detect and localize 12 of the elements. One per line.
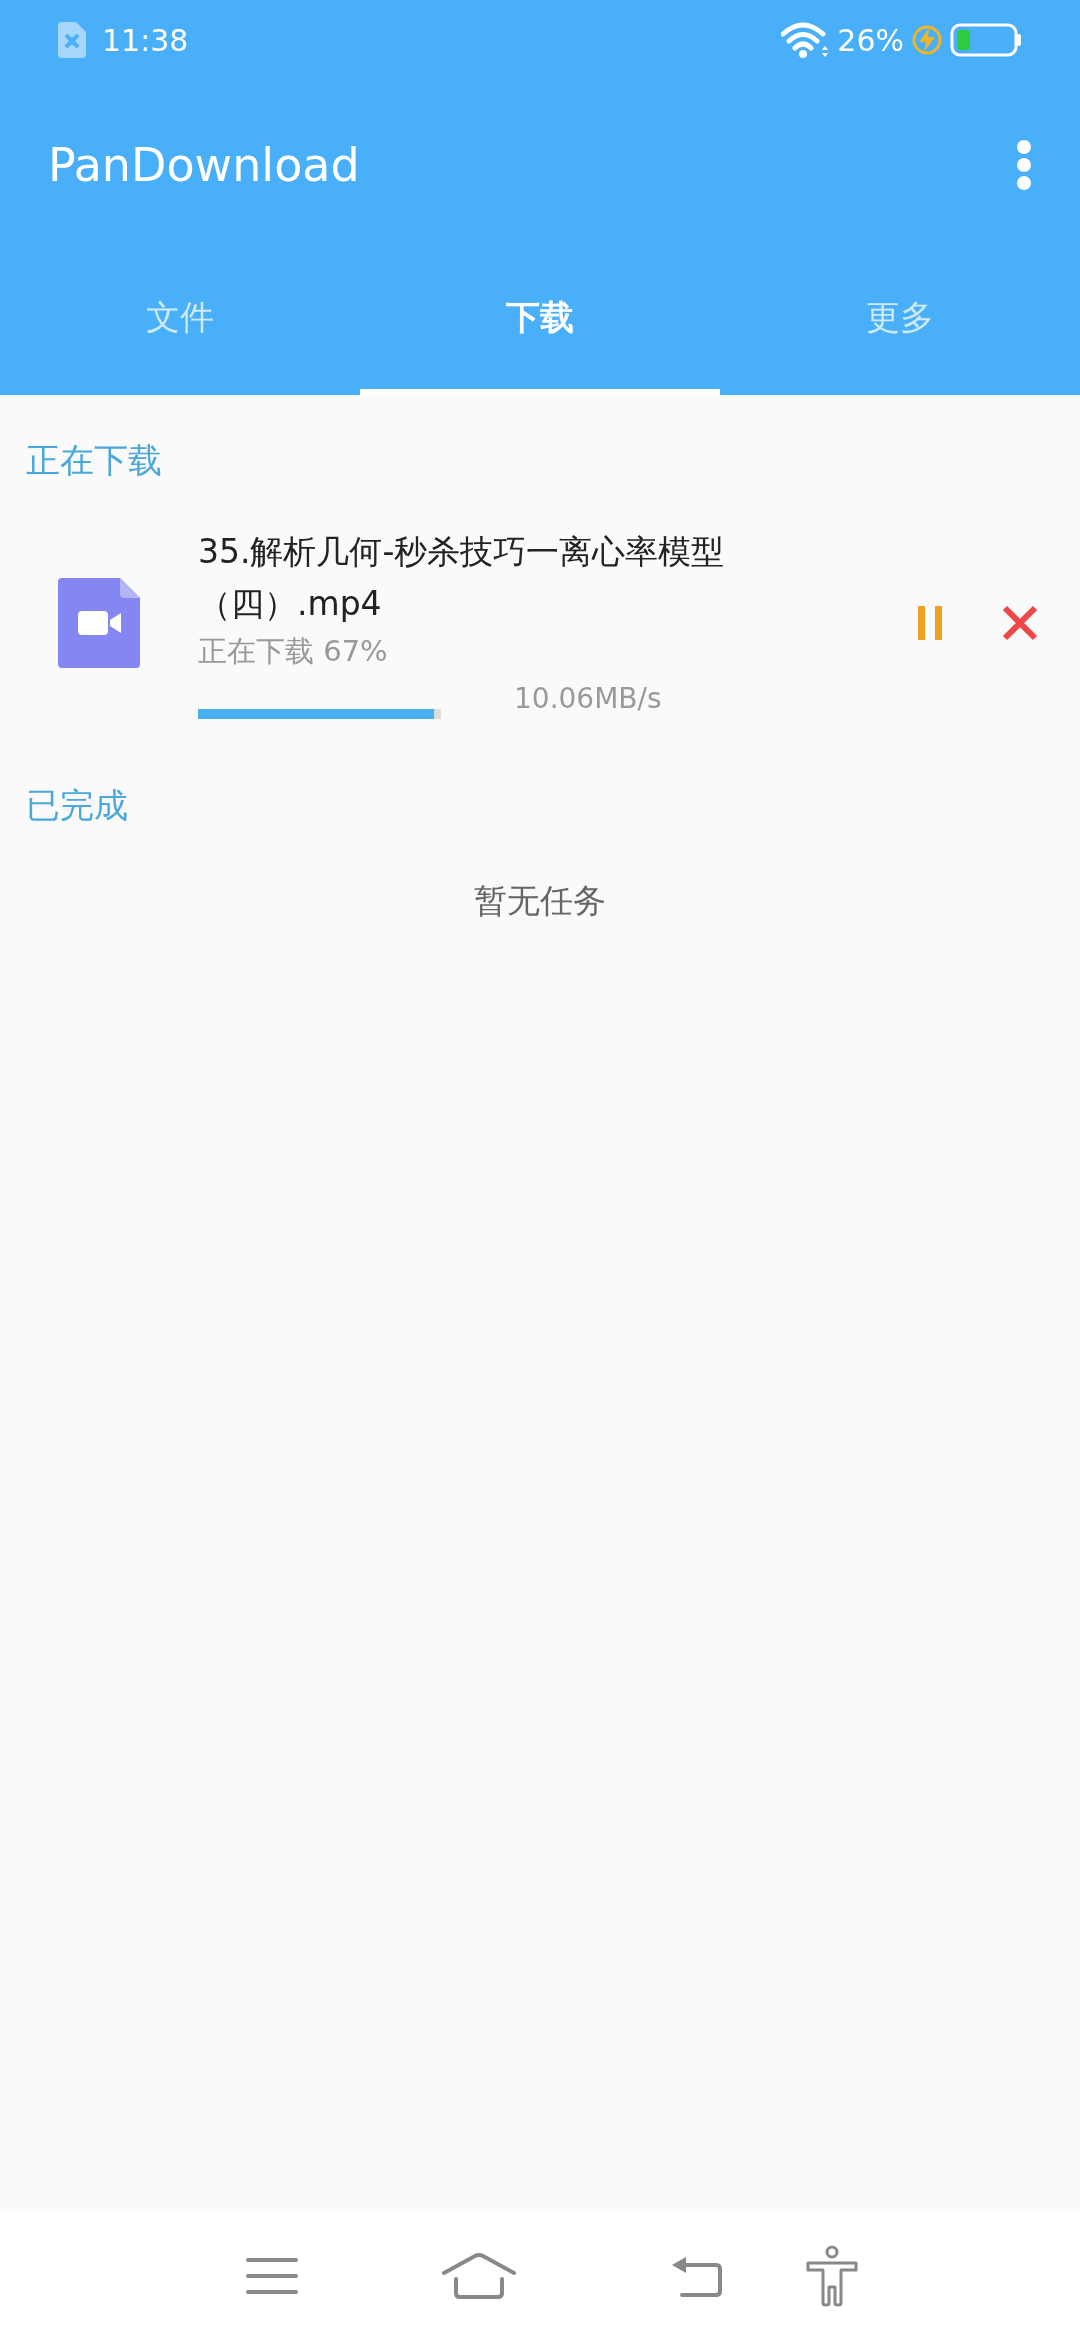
download-speed: 10.06MB/s [514,680,662,717]
section-heading: 正在下载 [25,439,163,482]
clock-time: 11:38 [102,21,189,60]
download-status: 正在下载 67% [198,633,389,670]
tab[interactable]: 下载 [360,250,720,395]
battery-percentage: 26% [837,21,904,60]
app-title: PanDownload [48,136,360,194]
tab[interactable]: 更多 [720,250,1080,395]
file-name: 35.解析几何-秒杀技巧一离心率模型（四）.mp4 [198,531,726,625]
section-heading: 已完成 [25,783,129,827]
tab[interactable]: 文件 [0,250,360,395]
empty-message: 暂无任务 [473,879,607,922]
